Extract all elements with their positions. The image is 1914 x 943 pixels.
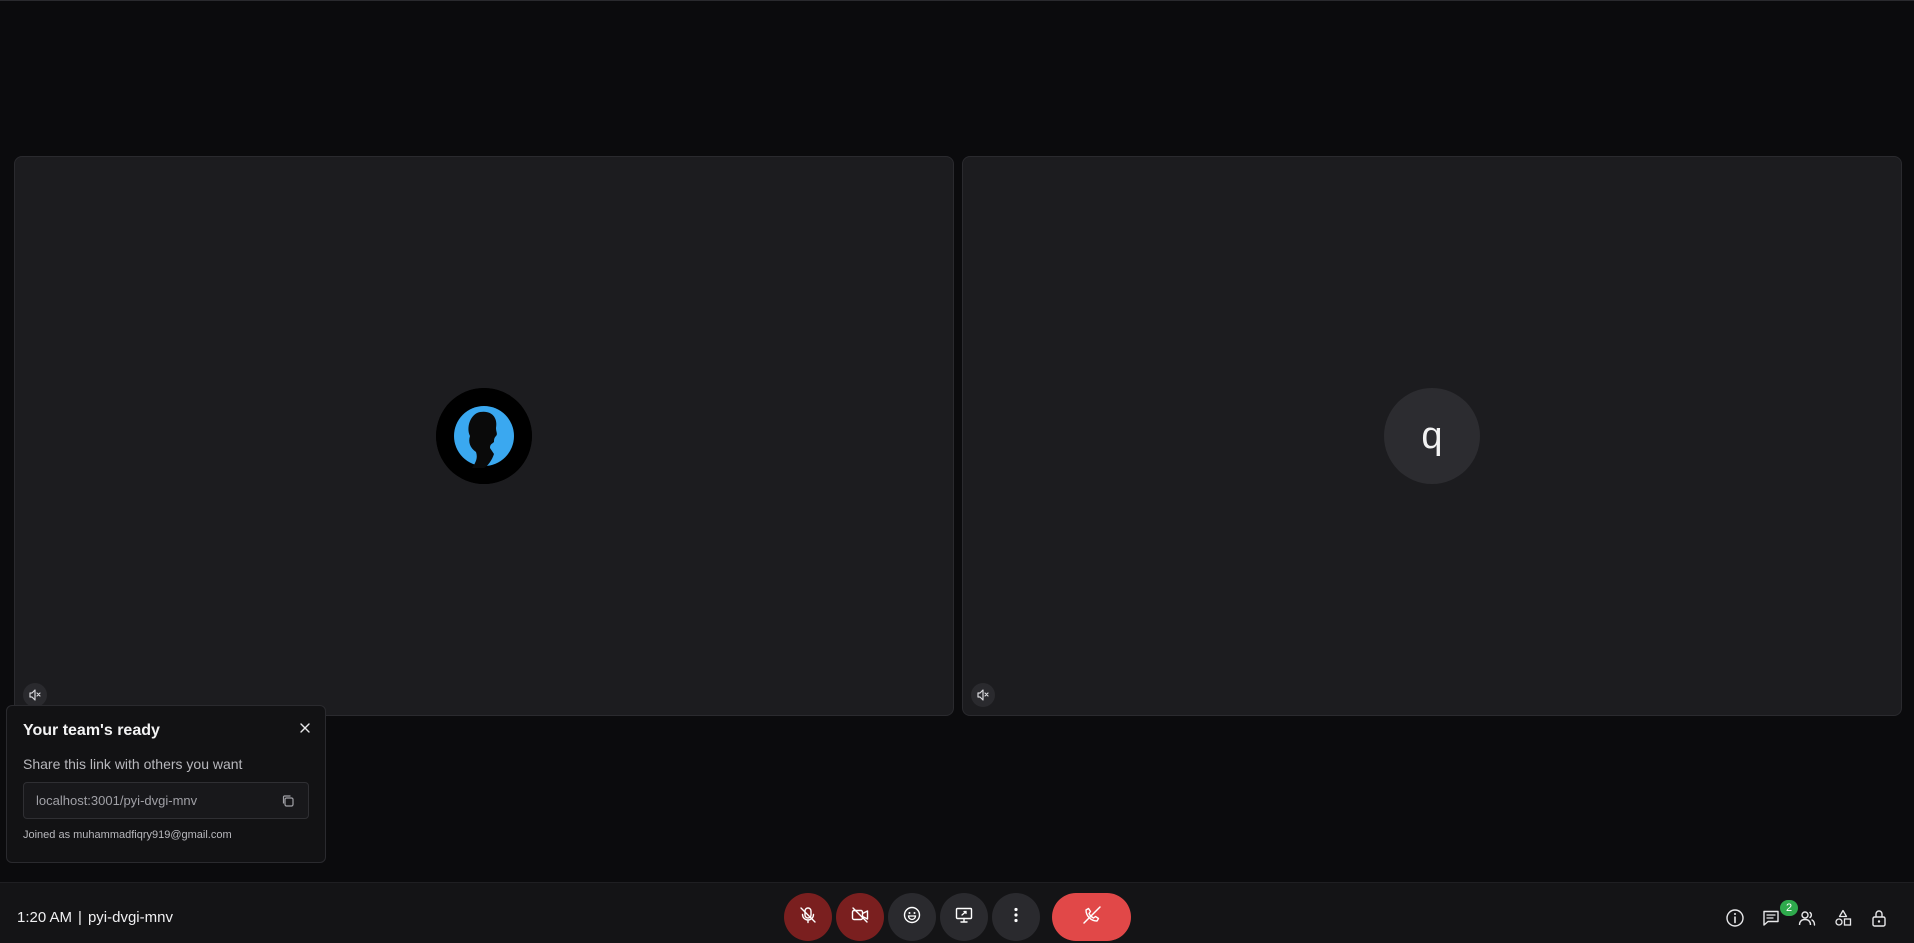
people-button[interactable] bbox=[1796, 909, 1818, 931]
team-ready-popup: Your team's ready Share this link with o… bbox=[6, 705, 326, 863]
mic-off-icon bbox=[798, 905, 818, 930]
activities-button[interactable] bbox=[1832, 909, 1854, 931]
hang-up-button[interactable] bbox=[1052, 893, 1131, 941]
mic-off-button[interactable] bbox=[784, 893, 832, 941]
speaker-muted-icon bbox=[23, 683, 47, 707]
joined-as-text: Joined as muhammadfiqry919@gmail.com bbox=[23, 829, 232, 841]
chat-button[interactable] bbox=[1760, 909, 1782, 931]
camera-off-button[interactable] bbox=[836, 893, 884, 941]
popup-description: Share this link with others you want bbox=[23, 756, 243, 772]
more-options-button[interactable] bbox=[992, 893, 1040, 941]
lock-icon bbox=[1869, 908, 1889, 933]
info-button[interactable] bbox=[1724, 908, 1746, 933]
participant-tile-2[interactable]: q bbox=[962, 156, 1902, 716]
participant-tile-1[interactable] bbox=[14, 156, 954, 716]
info-icon bbox=[1725, 908, 1745, 933]
top-border bbox=[0, 0, 1914, 1]
hang-up-icon bbox=[1081, 904, 1103, 931]
camera-off-icon bbox=[850, 905, 870, 930]
emoji-icon bbox=[902, 905, 922, 930]
meeting-link-field[interactable]: localhost:3001/pyi-dvgi-mnv bbox=[23, 782, 309, 819]
more-vert-icon bbox=[1006, 905, 1026, 930]
activities-icon bbox=[1833, 908, 1853, 933]
speaker-muted-icon bbox=[971, 683, 995, 707]
popup-title: Your team's ready bbox=[23, 722, 160, 739]
meeting-info: 1:20 AM | pyi-dvgi-mnv bbox=[17, 909, 173, 926]
meeting-code: pyi-dvgi-mnv bbox=[87, 909, 173, 926]
separator: | bbox=[78, 909, 82, 926]
people-icon bbox=[1797, 908, 1817, 933]
host-controls-button[interactable] bbox=[1868, 909, 1890, 931]
close-icon[interactable] bbox=[297, 720, 313, 736]
present-screen-button[interactable] bbox=[940, 893, 988, 941]
copy-icon[interactable] bbox=[280, 793, 296, 809]
bottom-control-bar: 1:20 AM | pyi-dvgi-mnv 2 bbox=[0, 882, 1914, 943]
present-screen-icon bbox=[954, 905, 974, 930]
current-time: 1:20 AM bbox=[17, 909, 73, 926]
meeting-link-text: localhost:3001/pyi-dvgi-mnv bbox=[36, 793, 198, 808]
emoji-button[interactable] bbox=[888, 893, 936, 941]
participants-count-badge: 2 bbox=[1780, 900, 1798, 916]
participant-avatar-letter: q bbox=[1384, 388, 1480, 484]
chat-icon bbox=[1761, 908, 1781, 933]
participant-avatar-photo bbox=[436, 388, 532, 484]
